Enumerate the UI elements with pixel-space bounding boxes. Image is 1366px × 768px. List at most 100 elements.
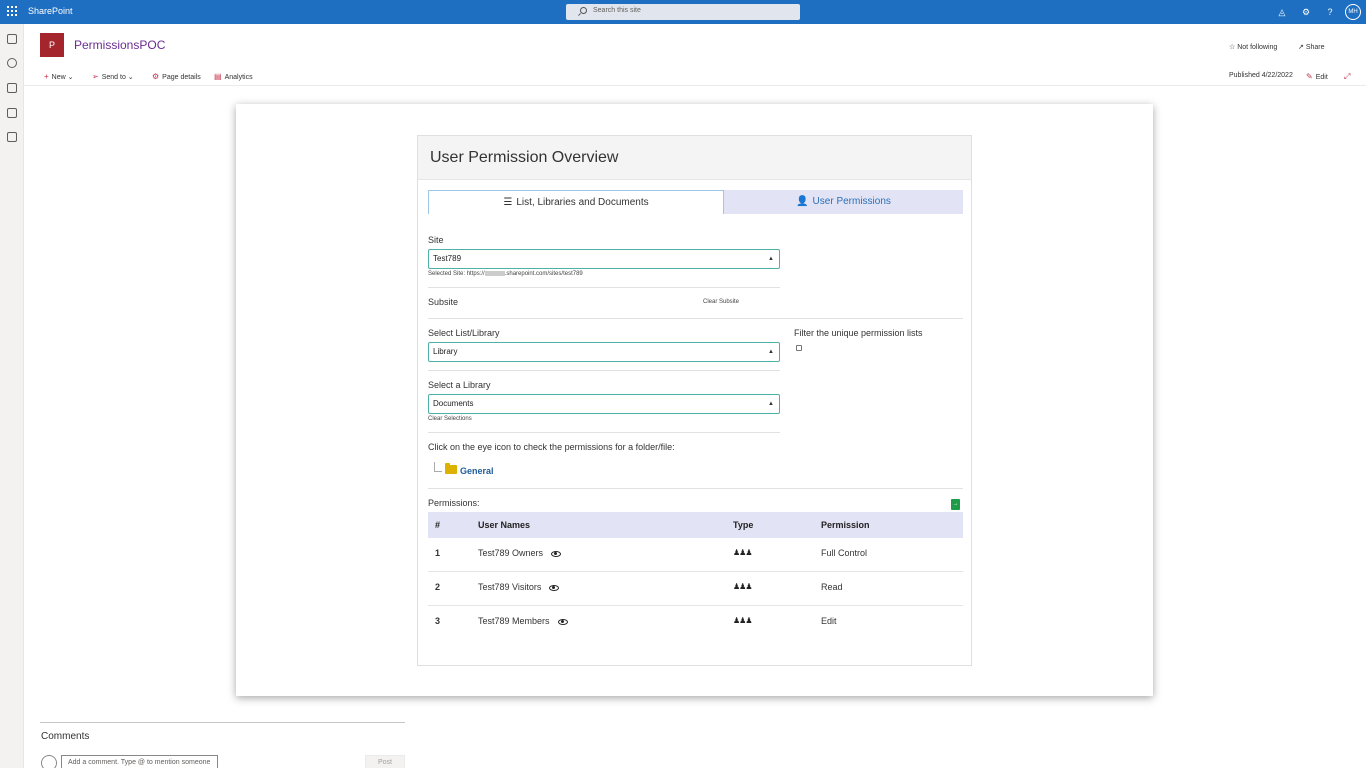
- megaphone-icon[interactable]: ◬: [1276, 6, 1288, 18]
- divider: [428, 432, 780, 433]
- permission-cell: Read: [821, 582, 843, 592]
- table-row: 1 Test789 Owners ♟♟♟ Full Control: [428, 538, 963, 572]
- comments-divider: [40, 722, 405, 723]
- post-button[interactable]: Post: [365, 755, 405, 768]
- group-icon: ♟♟♟: [733, 548, 752, 557]
- divider: [428, 287, 780, 288]
- eye-instruction: Click on the eye icon to check the permi…: [428, 442, 675, 452]
- share-label: Share: [1305, 44, 1325, 51]
- plus-icon: +: [44, 72, 49, 81]
- user-name-cell: Test789 Members: [478, 616, 568, 626]
- chevron-down-icon: ⌄: [67, 74, 74, 81]
- site-select[interactable]: Test789 ▲: [428, 249, 780, 269]
- share-button[interactable]: ↗ Share: [1298, 43, 1325, 51]
- filter-unique-checkbox[interactable]: [796, 345, 802, 351]
- edit-button[interactable]: ✎ Edit: [1306, 72, 1328, 81]
- page-title: User Permission Overview: [430, 149, 619, 166]
- user-name-cell: Test789 Owners: [478, 548, 562, 558]
- eye-icon[interactable]: [557, 618, 568, 625]
- suite-bar: SharePoint Search this site ◬ ⚙ ? MH: [0, 0, 1366, 24]
- divider: [428, 488, 963, 489]
- home-icon[interactable]: [7, 34, 17, 44]
- select-arrow-icon: ▲: [768, 256, 774, 262]
- expand-icon[interactable]: ⤢: [1344, 72, 1353, 82]
- permission-cell: Full Control: [821, 548, 868, 558]
- filter-label: Filter the unique permission lists: [794, 328, 923, 338]
- send-icon: ➢: [92, 72, 99, 81]
- table-row: 3 Test789 Members ♟♟♟ Edit: [428, 606, 963, 640]
- tree-connector: [434, 462, 442, 472]
- library-label: Select a Library: [428, 380, 491, 390]
- help-icon[interactable]: ?: [1324, 6, 1336, 18]
- row-number: 3: [435, 616, 441, 626]
- user-name-cell: Test789 Visitors: [478, 582, 560, 592]
- commenter-avatar: [41, 755, 57, 768]
- tab-user-permissions[interactable]: 👤 User Permissions: [724, 190, 963, 214]
- select-arrow-icon: ▲: [768, 349, 774, 355]
- star-icon: ☆: [1229, 44, 1236, 51]
- row-number: 1: [435, 548, 441, 558]
- app-launcher-icon[interactable]: [7, 6, 17, 16]
- col-number: #: [435, 520, 441, 530]
- file-icon[interactable]: [7, 108, 17, 118]
- published-status: Published 4/22/2022: [1229, 72, 1293, 79]
- site-label: Site: [428, 235, 444, 245]
- list-icon: ☰: [503, 197, 513, 208]
- selected-site-text: Selected Site: https://.sharepoint.com/s…: [428, 271, 583, 278]
- search-input[interactable]: Search this site: [593, 7, 641, 14]
- permissions-label: Permissions:: [428, 498, 480, 508]
- tab-label: User Permissions: [812, 196, 891, 207]
- library-select[interactable]: Documents ▲: [428, 394, 780, 414]
- select-arrow-icon: ▲: [768, 401, 774, 407]
- chevron-down-icon: ⌄: [127, 74, 134, 81]
- folder-icon: [445, 463, 457, 474]
- divider: [428, 318, 963, 319]
- permission-cell: Edit: [821, 616, 837, 626]
- table-row: 2 Test789 Visitors ♟♟♟ Read: [428, 572, 963, 606]
- account-avatar[interactable]: MH: [1345, 4, 1361, 20]
- analytics-icon: ▤: [214, 72, 222, 81]
- gear-icon: ⚙: [152, 72, 160, 81]
- folder-general-link[interactable]: General: [460, 466, 494, 476]
- list-library-label: Select List/Library: [428, 328, 500, 338]
- globe-icon[interactable]: [7, 58, 17, 68]
- clear-selections-link[interactable]: Clear Selections: [428, 416, 472, 422]
- group-icon: ♟♟♟: [733, 616, 752, 625]
- follow-label: Not following: [1237, 44, 1278, 51]
- send-to-button[interactable]: ➢ Send to ⌄: [92, 72, 134, 81]
- col-permission: Permission: [821, 520, 870, 530]
- tab-lists-libraries[interactable]: ☰ List, Libraries and Documents: [428, 190, 724, 214]
- app-name[interactable]: SharePoint: [28, 6, 73, 16]
- new-button[interactable]: + New ⌄: [44, 72, 74, 81]
- comments-title: Comments: [41, 731, 90, 742]
- share-icon: ↗: [1298, 44, 1304, 51]
- col-user-names: User Names: [478, 520, 531, 530]
- follow-button[interactable]: ☆ Not following: [1229, 43, 1277, 51]
- clear-subsite-link[interactable]: Clear Subsite: [703, 299, 739, 305]
- permission-panel: User Permission Overview ☰ List, Librarie…: [417, 135, 972, 666]
- subsite-label: Subsite: [428, 297, 459, 307]
- list-library-select[interactable]: Library ▲: [428, 342, 780, 362]
- table-header: # User Names Type Permission: [428, 512, 963, 538]
- row-number: 2: [435, 582, 441, 592]
- search-icon: [580, 7, 587, 14]
- analytics-button[interactable]: ▤ Analytics: [214, 72, 253, 81]
- news-icon[interactable]: [7, 83, 17, 93]
- user-icon: 👤: [796, 196, 809, 207]
- list-icon[interactable]: [7, 132, 17, 142]
- pencil-icon: ✎: [1306, 72, 1313, 81]
- site-logo[interactable]: P: [40, 33, 64, 57]
- export-excel-icon[interactable]: →: [951, 499, 960, 510]
- left-app-bar: [0, 24, 24, 768]
- group-icon: ♟♟♟: [733, 582, 752, 591]
- eye-icon[interactable]: [551, 550, 562, 557]
- col-type: Type: [733, 520, 754, 530]
- gear-icon[interactable]: ⚙: [1300, 6, 1312, 18]
- eye-icon[interactable]: [549, 584, 560, 591]
- page-details-button[interactable]: ⚙ Page details: [152, 72, 201, 81]
- comment-input[interactable]: Add a comment. Type @ to mention someone: [61, 755, 218, 768]
- search-box[interactable]: Search this site: [566, 4, 800, 20]
- panel-header: User Permission Overview: [418, 136, 971, 180]
- site-title[interactable]: PermissionsPOC: [74, 38, 165, 52]
- tab-label: List, Libraries and Documents: [516, 197, 649, 208]
